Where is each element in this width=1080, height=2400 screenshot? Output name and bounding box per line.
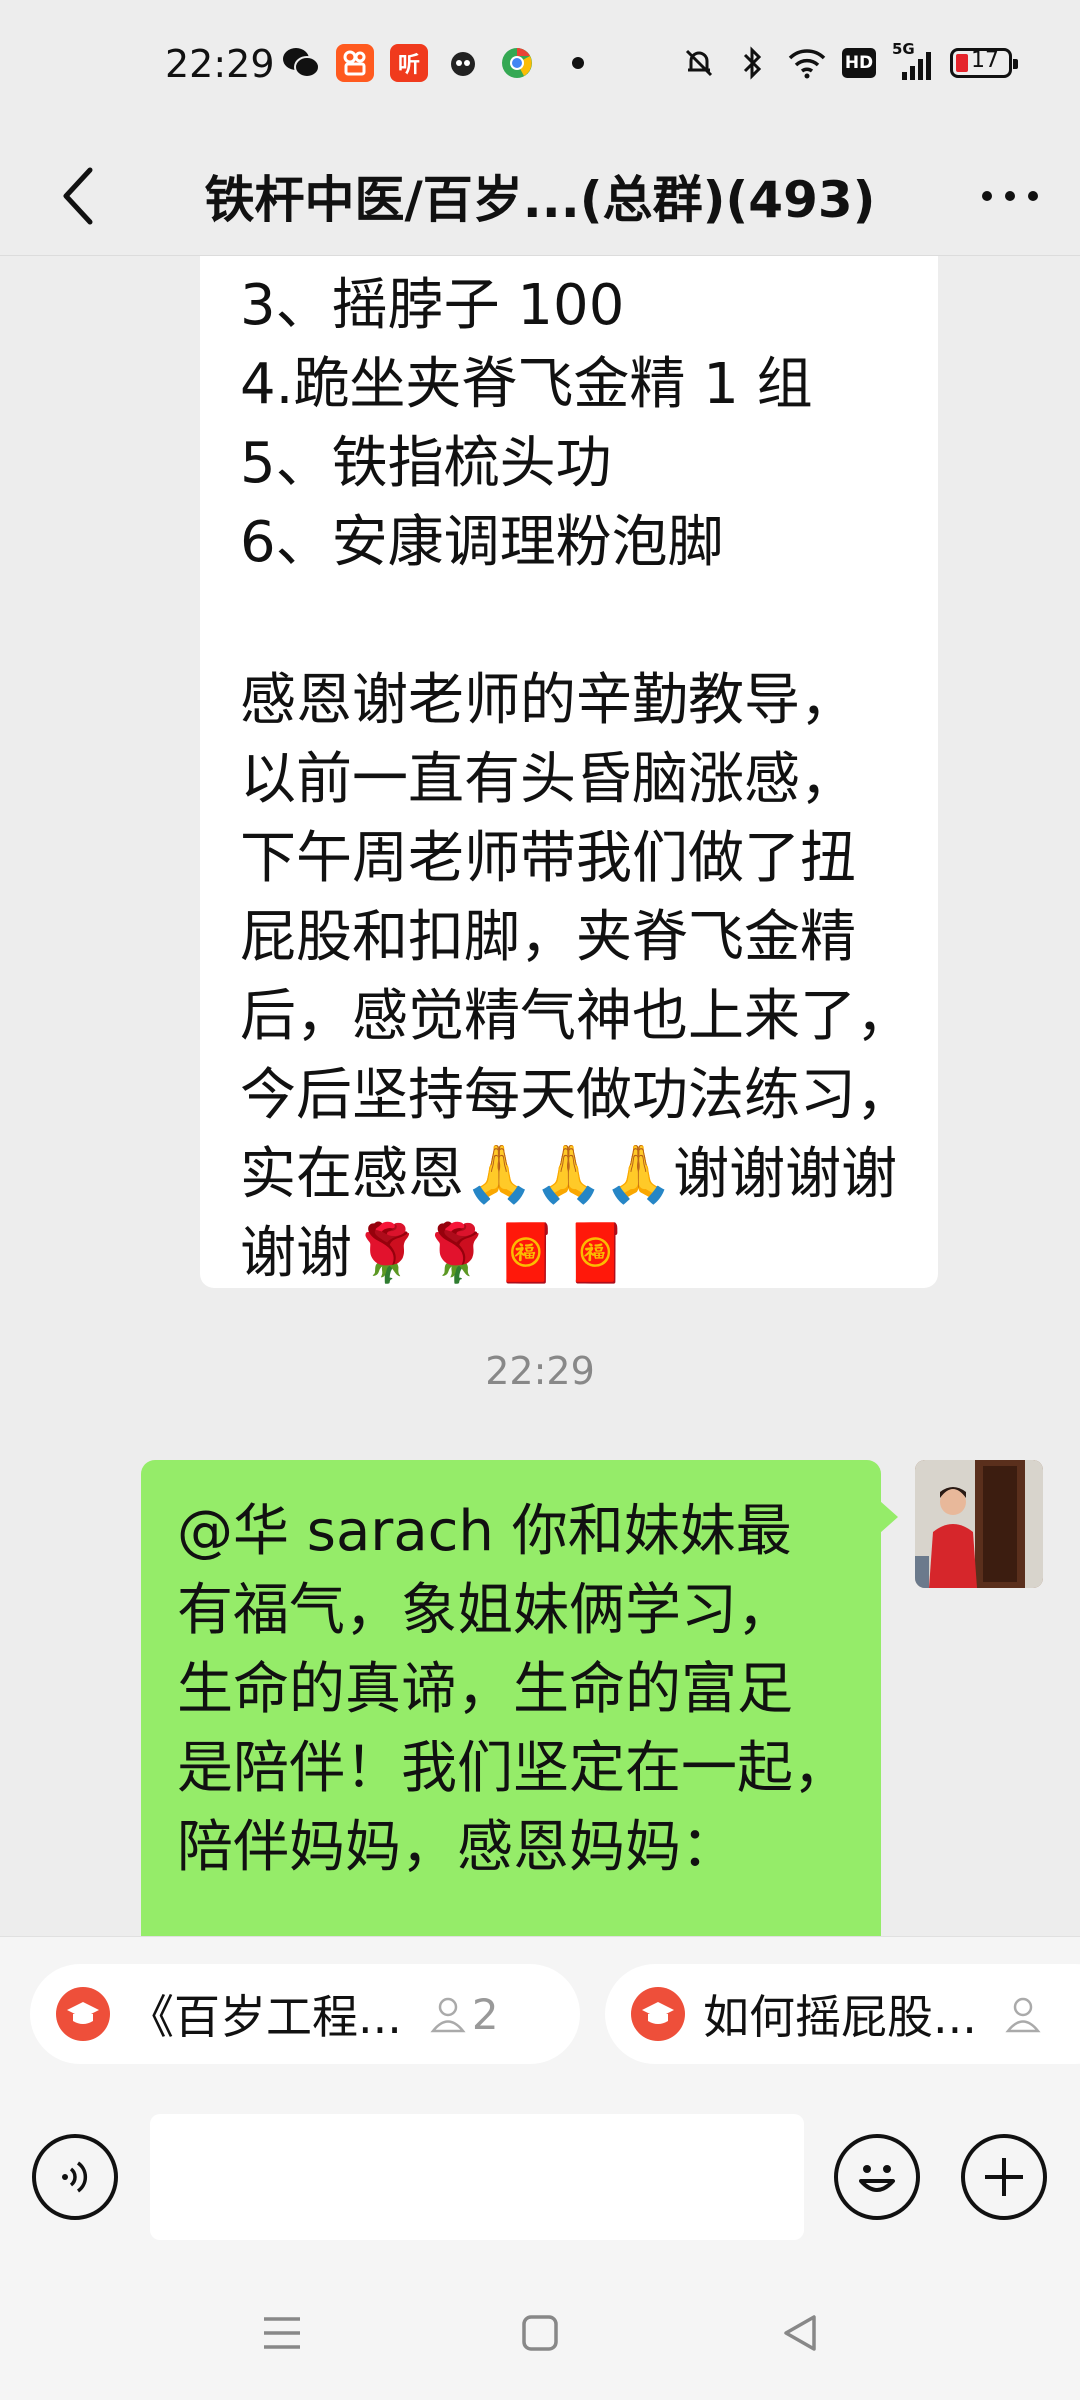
- voice-icon: [62, 2161, 88, 2193]
- back-nav-button[interactable]: [765, 2298, 835, 2368]
- message-line: 下午周老师带我们做了扭: [240, 826, 856, 891]
- notification-icons: 听: [282, 44, 584, 82]
- message-line: 有福气，象姐妹俩学习，: [177, 1578, 793, 1643]
- back-triangle-icon: [784, 2315, 816, 2351]
- message-input-bar: [0, 2066, 1080, 2266]
- system-icons: HD 5G 17: [680, 40, 1018, 82]
- sent-message-bubble[interactable]: @华 sarach 你和妹妹最 有福气，象姐妹俩学习， 生命的真谛，生命的富足 …: [141, 1460, 881, 1936]
- avatar[interactable]: [915, 1460, 1043, 1588]
- participant-count: [1003, 1994, 1043, 2034]
- pinned-link-title: 如何摇屁股...: [703, 1990, 977, 2044]
- bubble-tail: [880, 1501, 898, 1533]
- kuaishou-icon: [336, 44, 374, 82]
- message-line: 3、摇脖子 100: [240, 273, 625, 338]
- battery-tip: [1013, 59, 1018, 69]
- menu-icon: [264, 2317, 300, 2349]
- pinned-links-bar: 《百岁工程... 2 如何摇屁股...: [0, 1936, 1080, 2066]
- battery-level: 17: [971, 48, 999, 73]
- message-line: 后，感觉精气神也上来了，: [240, 984, 912, 1049]
- home-button[interactable]: [505, 2298, 575, 2368]
- message-line: 陪伴妈妈，感恩妈妈：: [177, 1815, 737, 1880]
- message-line: 实在感恩🙏🙏🙏谢谢谢谢: [240, 1142, 898, 1207]
- status-bar: 22:29 听 HD 5G 17: [0, 0, 1080, 130]
- message-line: 感恩谢老师的辛勤教导，: [240, 668, 856, 733]
- signal-5g-icon: 5G: [892, 40, 934, 82]
- bluetooth-icon: [734, 44, 772, 82]
- graduation-cap-icon: [56, 1987, 110, 2041]
- home-icon: [522, 2315, 558, 2351]
- received-message-bubble[interactable]: 3、摇脖子 100 4.跪坐夹脊飞金精 1 组 5、铁指梳头功 6、安康调理粉泡…: [200, 256, 938, 1288]
- more-actions-button[interactable]: [961, 2134, 1047, 2220]
- hd-label: HD: [844, 53, 874, 73]
- participant-count-value: 2: [471, 1989, 499, 2039]
- battery-fill: [956, 54, 968, 72]
- message-line: 屁股和扣脚，夹脊飞金精: [240, 905, 856, 970]
- plus-icon: [985, 2158, 1023, 2196]
- person-icon: [430, 1997, 466, 2033]
- message-line: 是陪伴！我们坚定在一起，: [177, 1736, 849, 1801]
- status-time: 22:29: [165, 42, 275, 86]
- chat-header: 铁杆中医/百岁...(总群)(493): [0, 130, 1080, 256]
- message-line: 生命的真谛，生命的富足: [177, 1657, 793, 1722]
- message-line: 4.跪坐夹脊飞金精 1 组: [240, 352, 813, 417]
- wifi-icon: [788, 44, 826, 82]
- ting-icon: 听: [390, 44, 428, 82]
- participant-count: 2: [428, 1990, 499, 2039]
- pinned-link-title: 《百岁工程...: [128, 1990, 402, 2044]
- system-navigation-bar: [0, 2266, 1080, 2400]
- message-list[interactable]: 3、摇脖子 100 4.跪坐夹脊飞金精 1 组 5、铁指梳头功 6、安康调理粉泡…: [0, 256, 1080, 1936]
- network-label: 5G: [892, 40, 915, 58]
- more-dots-icon: [982, 191, 1038, 201]
- message-line: @华 sarach 你和妹妹最: [177, 1499, 792, 1564]
- graduation-cap-icon: [631, 1987, 685, 2041]
- mute-bell-icon: [680, 44, 718, 82]
- pinned-link-chip[interactable]: 如何摇屁股...: [605, 1964, 1080, 2064]
- message-timestamp: 22:29: [485, 1349, 595, 1393]
- smiley-icon: [859, 2165, 895, 2192]
- message-input[interactable]: [150, 2114, 804, 2240]
- chrome-icon: [498, 44, 536, 82]
- wechat-icon: [282, 44, 320, 82]
- chat-title: 铁杆中医/百岁...(总群)(493): [204, 171, 876, 229]
- emoji-button[interactable]: [834, 2134, 920, 2220]
- more-options-button[interactable]: [970, 156, 1050, 236]
- more-notifications-dot: [572, 57, 584, 69]
- recent-apps-button[interactable]: [247, 2298, 317, 2368]
- voice-input-button[interactable]: [32, 2134, 118, 2220]
- person-icon: [1005, 1997, 1041, 2033]
- hd-icon: HD: [842, 48, 876, 78]
- pinned-link-chip[interactable]: 《百岁工程... 2: [30, 1964, 580, 2064]
- message-line: 5、铁指梳头功: [240, 431, 612, 496]
- message-line: 今后坚持每天做功法练习，: [240, 1063, 912, 1128]
- pet-icon: [444, 44, 482, 82]
- message-line: 以前一直有头昏脑涨感，: [240, 747, 856, 812]
- message-line: 谢谢🌹🌹🧧🧧: [240, 1221, 631, 1286]
- battery-indicator: 17: [950, 48, 1018, 78]
- message-line: 6、安康调理粉泡脚: [240, 510, 724, 575]
